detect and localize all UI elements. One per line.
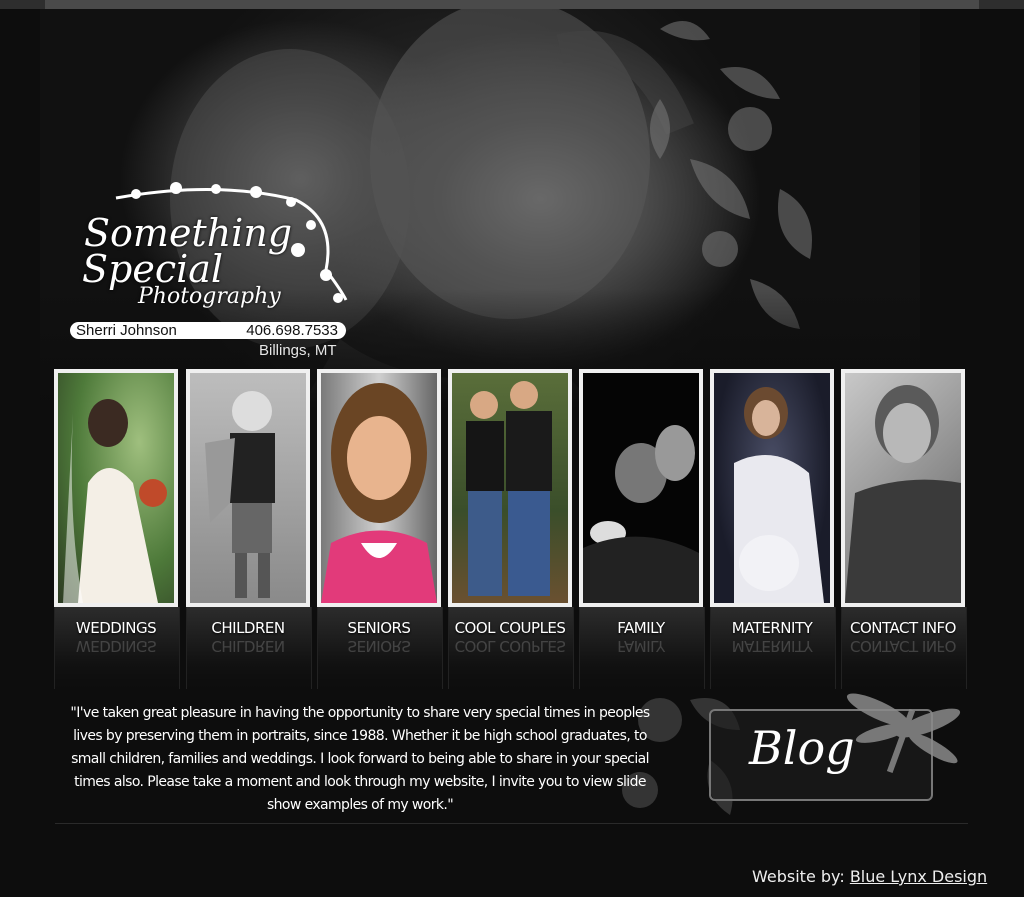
gallery-label[interactable]: CONTACT INFO bbox=[841, 619, 965, 637]
gallery-label-reflection: COOL COUPLES bbox=[454, 637, 566, 655]
gallery-label[interactable]: MATERNITY bbox=[710, 619, 834, 637]
gallery-label-reflection: CHILDREN bbox=[211, 637, 285, 655]
logo-text-line2: Special bbox=[82, 247, 224, 291]
photographer-name: Sherri Johnson bbox=[76, 322, 177, 339]
dragonfly-icon bbox=[846, 693, 961, 774]
gallery-item-weddings[interactable]: WEDDINGS WEDDINGS bbox=[54, 369, 180, 689]
contact-bar: Sherri Johnson 406.698.7533 bbox=[70, 322, 346, 339]
contact-info-thumbnail[interactable] bbox=[841, 369, 965, 607]
gallery-label[interactable]: FAMILY bbox=[579, 619, 703, 637]
family-thumbnail[interactable] bbox=[579, 369, 703, 607]
gallery-label-reflection: CONTACT INFO bbox=[850, 637, 956, 655]
phone-number: 406.698.7533 bbox=[246, 322, 338, 339]
gallery-item-family[interactable]: FAMILY FAMILY bbox=[579, 369, 705, 689]
gallery-item-contact-info[interactable]: CONTACT INFO CONTACT INFO bbox=[841, 369, 967, 689]
location-text: Billings, MT bbox=[259, 342, 337, 359]
maternity-thumbnail[interactable] bbox=[710, 369, 834, 607]
site-credit: Website by: Blue Lynx Design bbox=[752, 867, 987, 886]
gallery-item-seniors[interactable]: SENIORS SENIORS bbox=[317, 369, 443, 689]
gallery-item-cool-couples[interactable]: COOL COUPLES COOL COUPLES bbox=[448, 369, 574, 689]
gallery-item-maternity[interactable]: MATERNITY MATERNITY bbox=[710, 369, 836, 689]
top-bar bbox=[0, 0, 1024, 9]
site-logo[interactable]: Something Special Photography bbox=[76, 180, 356, 320]
cool-couples-thumbnail[interactable] bbox=[448, 369, 572, 607]
gallery-label[interactable]: WEDDINGS bbox=[54, 619, 178, 637]
credit-prefix: Website by: bbox=[752, 867, 845, 886]
gallery-label[interactable]: COOL COUPLES bbox=[448, 619, 572, 637]
designer-link[interactable]: Blue Lynx Design bbox=[850, 867, 987, 886]
logo-text-line3: Photography bbox=[138, 284, 281, 309]
footer-divider bbox=[55, 823, 968, 824]
gallery-label[interactable]: SENIORS bbox=[317, 619, 441, 637]
gallery-label-reflection: WEDDINGS bbox=[75, 637, 157, 655]
gallery-label-reflection: SENIORS bbox=[347, 637, 411, 655]
gallery-label[interactable]: CHILDREN bbox=[186, 619, 310, 637]
gallery-item-children[interactable]: CHILDREN CHILDREN bbox=[186, 369, 312, 689]
welcome-quote: "I've taken great pleasure in having the… bbox=[70, 705, 650, 813]
seniors-thumbnail[interactable] bbox=[317, 369, 441, 607]
weddings-thumbnail[interactable] bbox=[54, 369, 178, 607]
gallery-label-reflection: FAMILY bbox=[617, 637, 665, 655]
children-thumbnail[interactable] bbox=[186, 369, 310, 607]
gallery-label-reflection: MATERNITY bbox=[731, 637, 813, 655]
